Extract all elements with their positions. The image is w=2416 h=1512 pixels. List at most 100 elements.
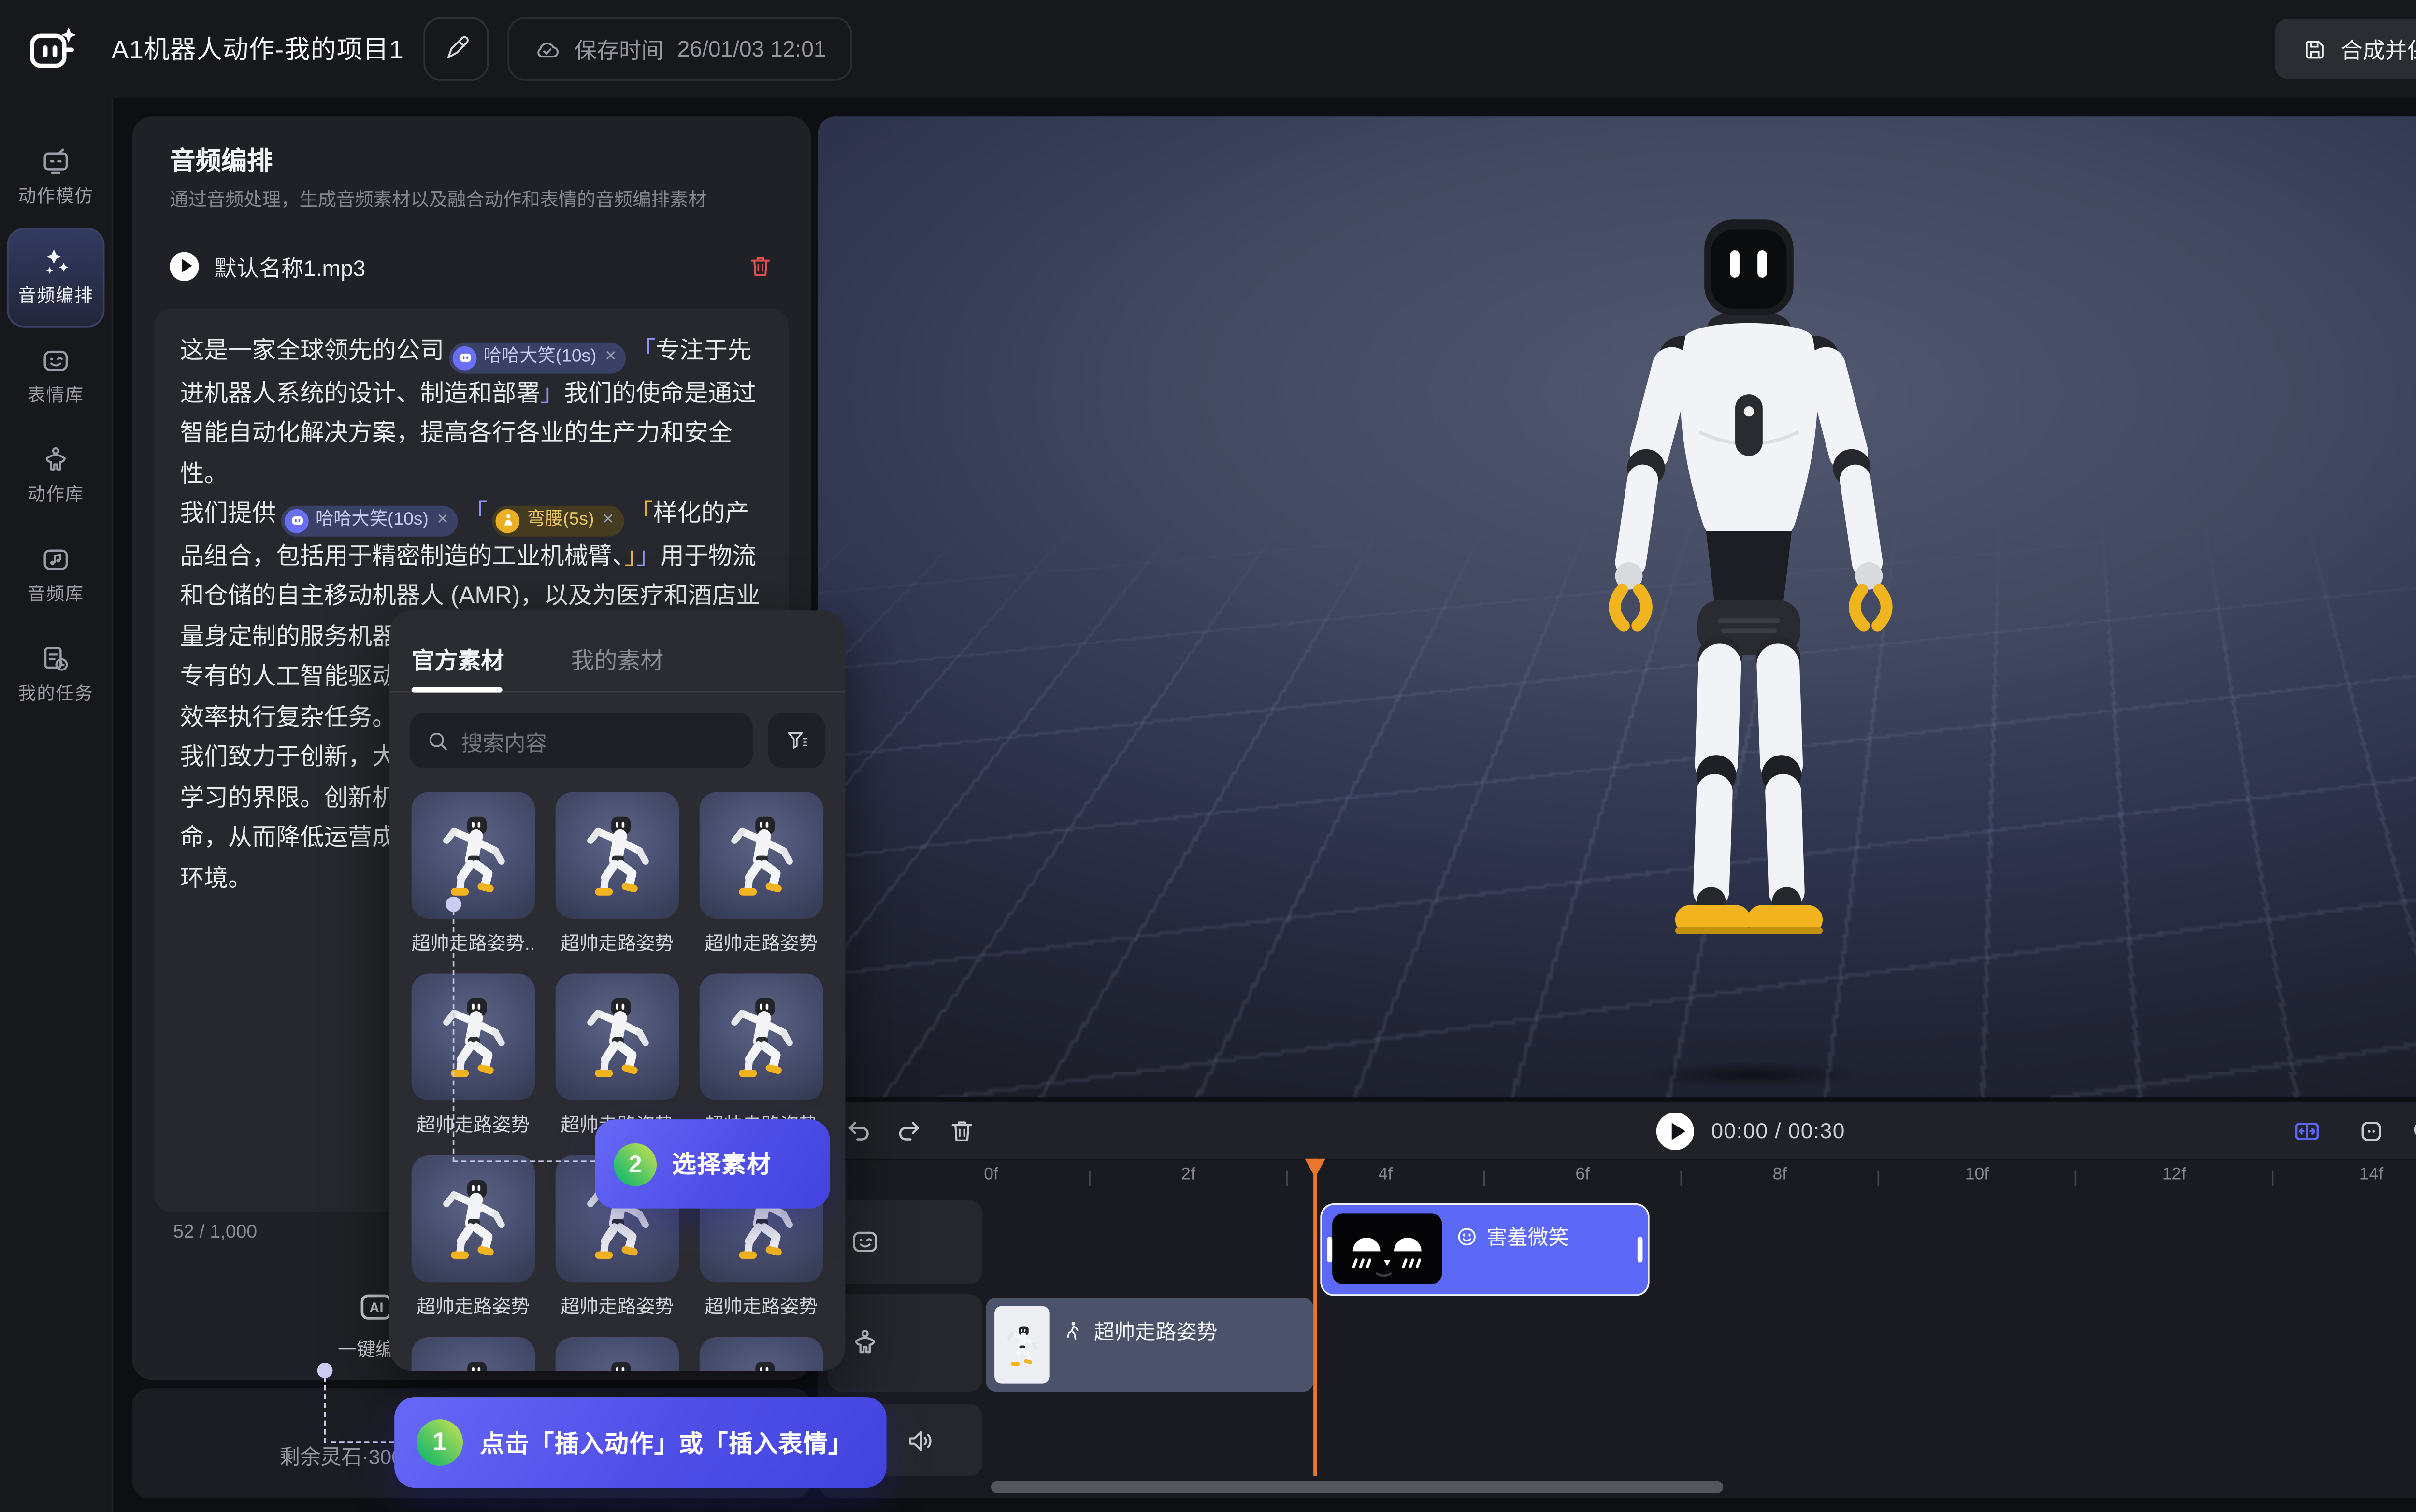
playback-toolbar: 00:00 / 00:30 xyxy=(818,1102,2416,1161)
play-button[interactable] xyxy=(1656,1112,1694,1149)
ruler-label: 0f xyxy=(984,1166,998,1184)
script-text: 我们提供 xyxy=(180,499,276,527)
zoom-out-icon[interactable] xyxy=(2411,1118,2416,1145)
expression-lib-icon xyxy=(41,346,70,375)
material-label: 超帅走路姿势 xyxy=(412,1111,535,1138)
person-icon xyxy=(850,1328,879,1357)
playhead[interactable] xyxy=(1313,1159,1317,1476)
sidebar: 动作模仿音频编排表情库动作库音频库我的任务 xyxy=(0,98,113,1512)
quote-mark: 「 xyxy=(463,499,488,527)
action-thumbnail xyxy=(994,1306,1050,1384)
clip-trim-handle-left[interactable] xyxy=(1327,1237,1333,1262)
sidebar-item-audio-arrange[interactable]: 音频编排 xyxy=(7,228,104,328)
delete-audio-icon[interactable] xyxy=(748,253,773,278)
clip-trim-handle-right[interactable] xyxy=(1638,1237,1643,1262)
robot-shadow xyxy=(1598,1056,1907,1094)
material-card[interactable]: 超帅走路姿势 xyxy=(556,792,679,973)
guide-dot-insert-action xyxy=(317,1363,332,1378)
timeline-scrollbar[interactable] xyxy=(991,1481,1723,1492)
remove-tag-icon[interactable]: × xyxy=(603,500,614,540)
material-card[interactable]: 超帅走路姿势... xyxy=(412,792,535,973)
ruler-label: 8f xyxy=(1773,1166,1787,1184)
compose-save-button[interactable]: 合成并保存 xyxy=(2275,19,2416,79)
action-clip[interactable]: 超帅走路姿势 xyxy=(986,1298,1313,1392)
material-card[interactable]: 超帅走路姿势 xyxy=(412,974,535,1155)
remove-tag-icon[interactable]: × xyxy=(605,337,616,377)
timeline-ruler[interactable]: 0f2f4f6f8f10f12f14f16f xyxy=(818,1159,2416,1200)
material-thumbnail xyxy=(412,792,535,919)
viewport-3d[interactable]: Z X Y xyxy=(818,116,2416,1097)
remove-tag-icon[interactable]: × xyxy=(437,500,448,540)
walking-person-icon xyxy=(1062,1320,1084,1342)
material-thumbnail xyxy=(556,974,679,1101)
material-thumbnail xyxy=(700,792,823,919)
guide-line xyxy=(453,1160,595,1162)
redo-icon[interactable] xyxy=(895,1118,922,1145)
material-picker-popup: 官方素材 我的素材 搜索内容 超帅走路姿势...超帅走路姿势超帅走路姿势超帅走路… xyxy=(389,610,846,1371)
material-card[interactable] xyxy=(556,1337,679,1371)
ruler-tick xyxy=(1089,1171,1091,1186)
material-card[interactable]: 超帅走路姿势 xyxy=(412,1155,535,1337)
filter-button[interactable] xyxy=(768,713,825,768)
tab-my-materials[interactable]: 我的素材 xyxy=(571,641,664,675)
expression-tag[interactable]: 哈哈大笑(10s)× xyxy=(281,505,459,536)
expression-tag[interactable]: 哈哈大笑(10s)× xyxy=(449,342,627,373)
script-text: 环境。 xyxy=(180,863,252,891)
script-text: 这是一家全球领先的公司 xyxy=(180,336,444,364)
ruler-label: 4f xyxy=(1378,1166,1393,1184)
remaining-stones-label: 剩余灵石·300 xyxy=(279,1441,403,1470)
char-counter: 52 / 1,000 xyxy=(173,1222,257,1243)
script-text: 效率执行复杂任务。 xyxy=(180,702,396,729)
quote-mark: 「 xyxy=(632,336,656,364)
sidebar-item-audio-lib[interactable]: 音频库 xyxy=(7,526,104,626)
project-title: A1机器人动作-我的项目1 xyxy=(112,31,404,67)
ai-icon xyxy=(358,1289,394,1325)
quote-mark: 」 xyxy=(636,541,660,569)
undo-icon[interactable] xyxy=(845,1118,873,1145)
save-time-value: 26/01/03 12:01 xyxy=(677,36,826,62)
material-grid: 超帅走路姿势...超帅走路姿势超帅走路姿势超帅走路姿势超帅走路姿势超帅走路姿势超… xyxy=(412,792,823,1371)
panel-description: 通过音频处理，生成音频素材以及融合动作和表情的音频编排素材 xyxy=(170,185,706,213)
smiley-icon xyxy=(1456,1226,1478,1248)
play-audio-button[interactable] xyxy=(170,251,199,280)
delete-clip-icon[interactable] xyxy=(948,1117,976,1144)
expression-tag-icon xyxy=(285,508,309,532)
step-number-badge: 1 xyxy=(417,1419,463,1466)
save-time-chip: 保存时间 26/01/03 12:01 xyxy=(507,17,851,80)
fit-timeline-icon[interactable] xyxy=(2289,1118,2325,1145)
pencil-icon xyxy=(443,36,469,62)
robot-model[interactable] xyxy=(1535,192,1963,1049)
sidebar-item-motion-imitation[interactable]: 动作模仿 xyxy=(7,128,104,228)
action-tag[interactable]: 弯腰(5s)× xyxy=(493,505,624,536)
material-label: 超帅走路姿势... xyxy=(412,929,535,956)
material-thumbnail xyxy=(412,1337,535,1371)
guide-line xyxy=(324,1376,326,1443)
clip-options-icon[interactable] xyxy=(2358,1118,2385,1145)
funnel-icon xyxy=(784,728,808,753)
ruler-tick xyxy=(2272,1171,2274,1186)
expression-clip[interactable]: 害羞微笑 xyxy=(1320,1203,1649,1296)
sidebar-nav: 动作模仿音频编排表情库动作库音频库我的任务 xyxy=(0,98,112,725)
rename-project-button[interactable] xyxy=(423,17,489,80)
material-thumbnail xyxy=(556,792,679,919)
material-card[interactable]: 超帅走路姿势 xyxy=(700,792,823,973)
tab-official-materials[interactable]: 官方素材 xyxy=(412,641,504,675)
step-number-badge: 2 xyxy=(614,1142,657,1185)
expression-thumbnail xyxy=(1332,1213,1442,1284)
playhead-handle[interactable] xyxy=(1304,1159,1325,1178)
sidebar-item-my-tasks[interactable]: 我的任务 xyxy=(7,626,104,725)
onboarding-tooltip-step1: 1 点击「插入动作」或「插入表情」 xyxy=(394,1397,886,1488)
material-search-input[interactable]: 搜索内容 xyxy=(410,713,753,768)
material-label: 超帅走路姿势 xyxy=(412,1293,535,1320)
sidebar-item-expression-lib[interactable]: 表情库 xyxy=(7,328,104,427)
my-tasks-icon xyxy=(41,644,70,673)
material-card[interactable] xyxy=(700,1337,823,1371)
action-clip-label: 超帅走路姿势 xyxy=(1094,1316,1218,1345)
script-text: 我们致力于创新，大 xyxy=(180,742,396,770)
script-text: 学习的界限。创新机 xyxy=(180,783,396,810)
ruler-tick xyxy=(1483,1171,1485,1186)
speaker-icon[interactable] xyxy=(906,1426,935,1455)
sidebar-item-action-lib[interactable]: 动作库 xyxy=(7,427,104,527)
action-tag-icon xyxy=(496,508,520,532)
material-card[interactable] xyxy=(412,1337,535,1371)
